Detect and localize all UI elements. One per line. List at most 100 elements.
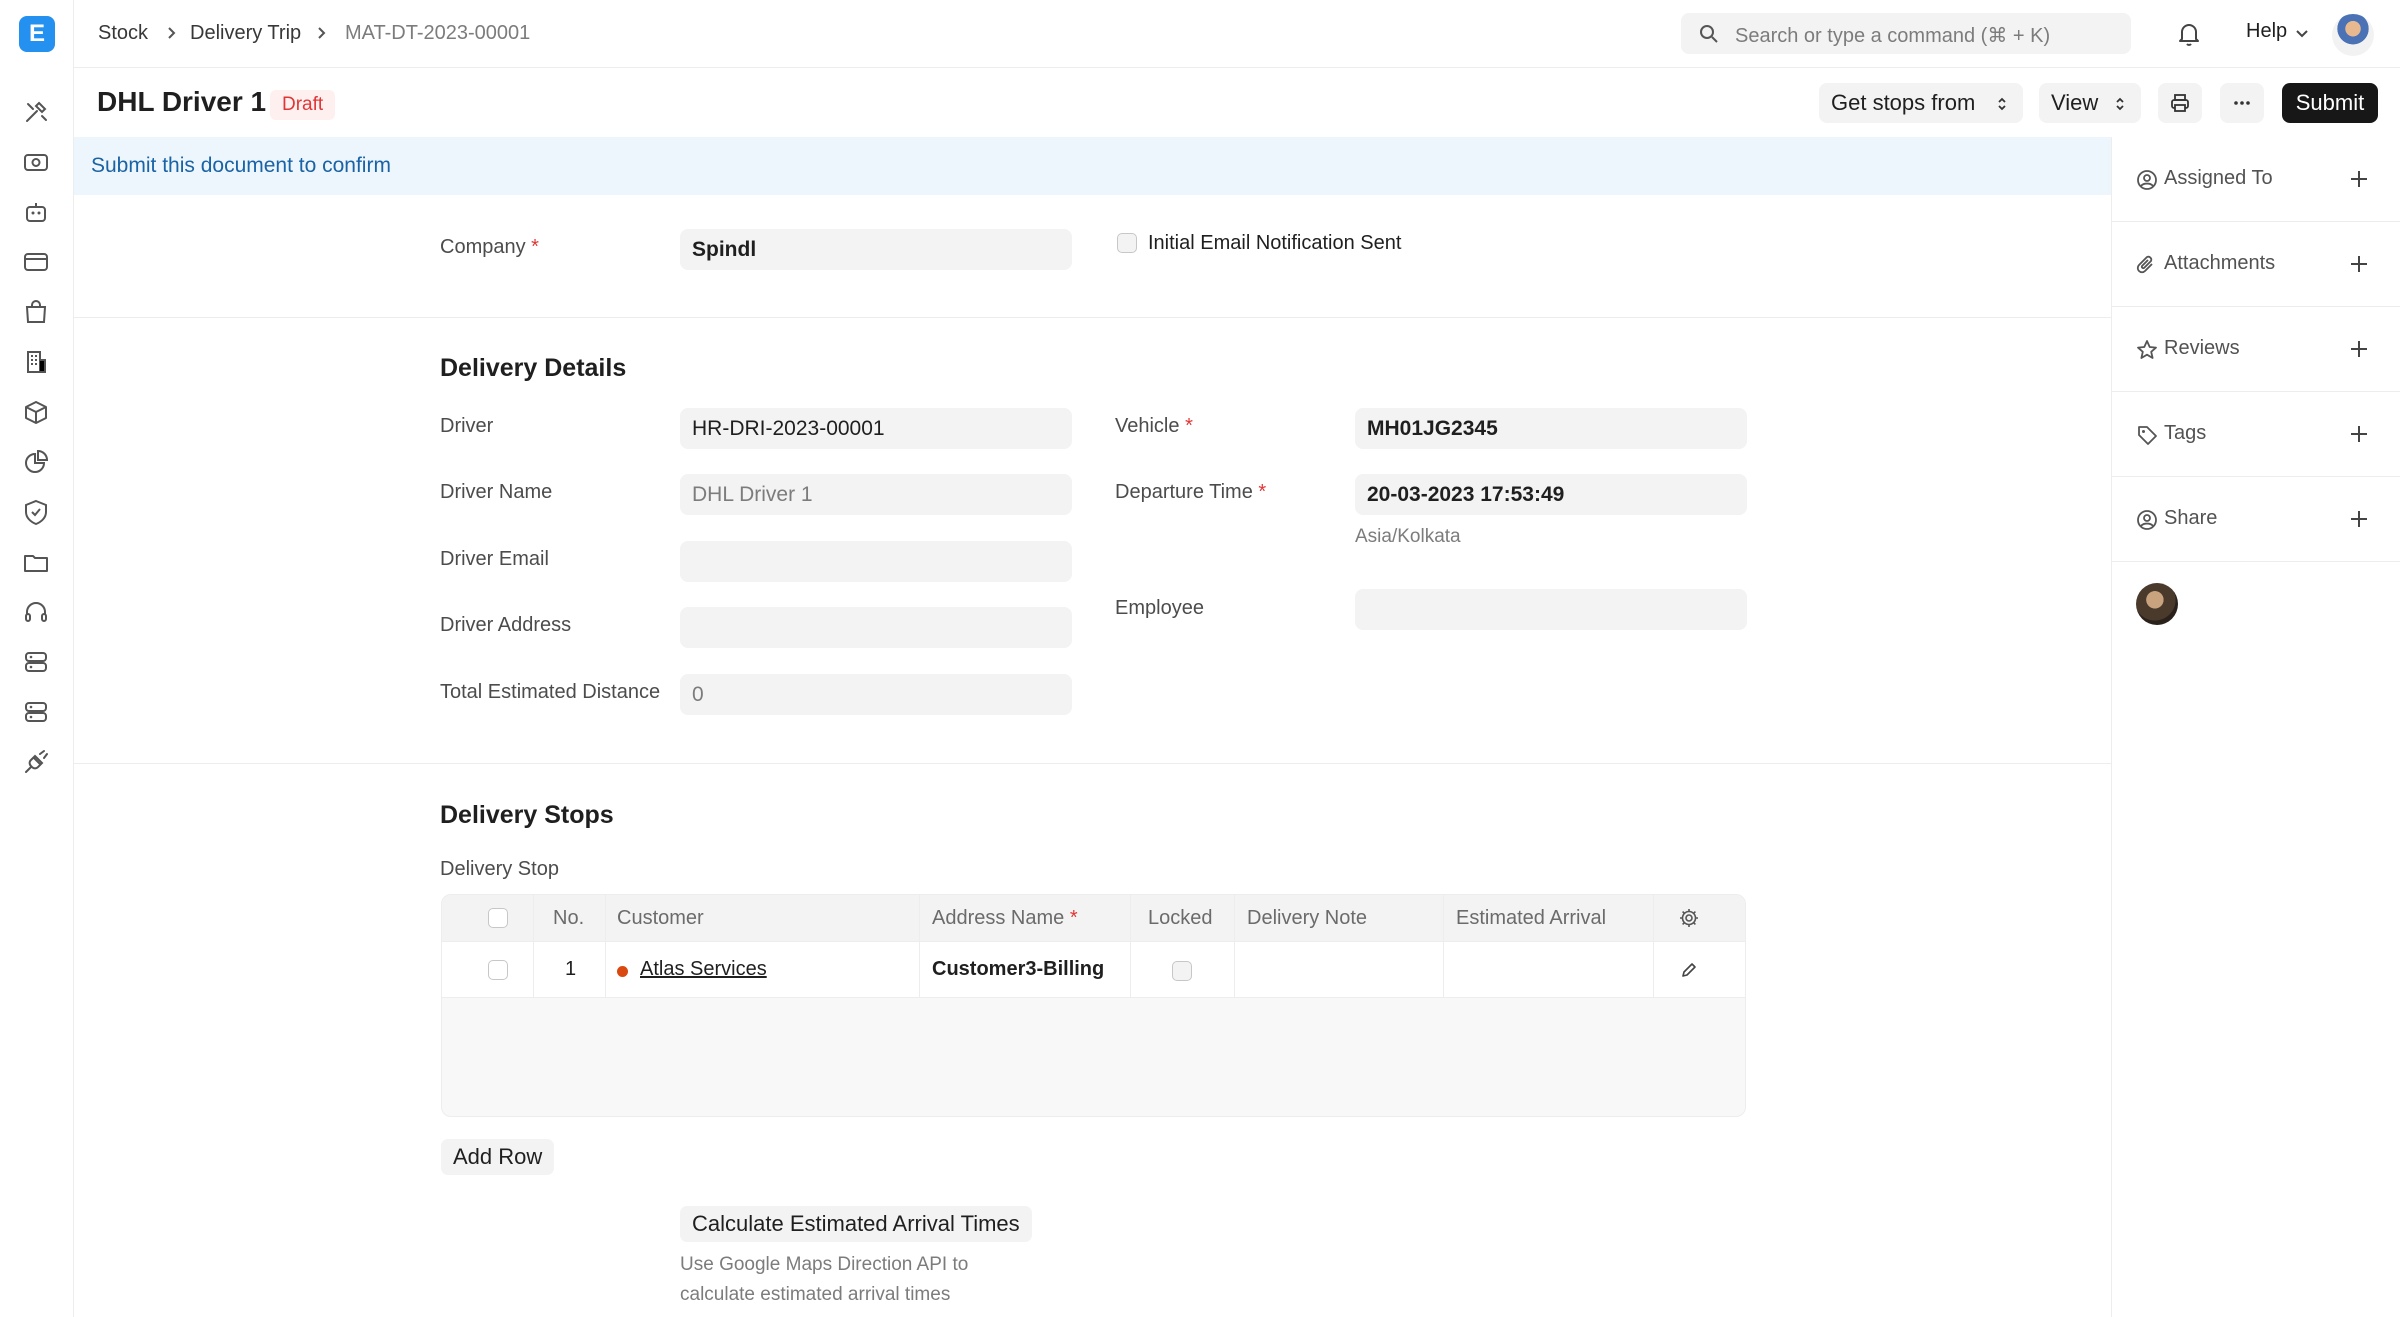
folder-icon[interactable] <box>22 548 50 576</box>
departure-time-field[interactable]: 20-03-2023 17:53:49 <box>1355 474 1747 515</box>
vehicle-label: Vehicle * <box>1115 415 1193 437</box>
column-header: Estimated Arrival <box>1456 907 1607 929</box>
view-label: View <box>2051 90 2099 115</box>
sidebar-item-tags[interactable]: Tags <box>2112 392 2400 477</box>
driver-address-field[interactable] <box>680 607 1072 648</box>
sidebar-item-assigned-to[interactable]: Assigned To <box>2112 137 2400 222</box>
sidebar-item-share[interactable]: Share <box>2112 477 2400 562</box>
box-icon[interactable] <box>22 398 50 426</box>
tag-icon <box>2138 426 2157 445</box>
submit-alert-bar: Submit this document to confirm <box>74 137 2111 195</box>
section-divider <box>74 317 2111 318</box>
sidebar-item-attachments[interactable]: Attachments <box>2112 222 2400 307</box>
column-header: Customer <box>617 907 704 929</box>
table-header: No. Customer Address Name * Locked Deliv… <box>442 895 1745 942</box>
calculate-arrival-times-button[interactable]: Calculate Estimated Arrival Times <box>680 1206 1032 1242</box>
column-header: No. <box>553 907 585 929</box>
departure-time-label: Departure Time * <box>1115 481 1267 503</box>
plus-icon[interactable] <box>2346 251 2372 277</box>
column-divider <box>1130 895 1131 998</box>
star-icon <box>2137 340 2157 359</box>
driver-email-label: Driver Email <box>440 548 549 570</box>
column-divider <box>919 895 920 998</box>
section-title-delivery-stops: Delivery Stops <box>440 801 614 829</box>
section-divider <box>74 763 2111 764</box>
column-divider <box>1234 895 1235 998</box>
employee-field[interactable] <box>1355 589 1747 630</box>
eye-icon[interactable] <box>22 148 50 176</box>
breadcrumb-stock[interactable]: Stock <box>98 22 148 45</box>
database-icon[interactable] <box>22 698 50 726</box>
viewer-avatar[interactable] <box>2136 583 2178 625</box>
total-distance-field[interactable]: 0 <box>680 674 1072 715</box>
view-button[interactable]: View <box>2039 83 2141 123</box>
locked-checkbox[interactable] <box>1172 961 1192 981</box>
chevron-down-icon[interactable] <box>2294 27 2310 41</box>
pie-chart-icon[interactable] <box>22 448 50 476</box>
share-icon <box>2137 510 2157 530</box>
company-field[interactable]: Spindl <box>680 229 1072 270</box>
plus-icon[interactable] <box>2346 166 2372 192</box>
card-icon[interactable] <box>22 248 50 276</box>
server-icon[interactable] <box>22 648 50 676</box>
alert-message[interactable]: Submit this document to confirm <box>91 154 391 178</box>
chevron-right-icon <box>318 27 326 39</box>
headset-icon[interactable] <box>22 598 50 626</box>
shield-icon[interactable] <box>22 498 50 526</box>
form-sidebar: Assigned To Attachments Reviews Tags Sha… <box>2111 137 2400 1317</box>
driver-email-field[interactable] <box>680 541 1072 582</box>
bell-icon[interactable] <box>2176 20 2202 48</box>
column-divider <box>533 895 534 998</box>
vehicle-field[interactable]: MH01JG2345 <box>1355 408 1747 449</box>
breadcrumb-current-doc[interactable]: MAT-DT-2023-00001 <box>345 22 530 45</box>
driver-field[interactable]: HR-DRI-2023-00001 <box>680 408 1072 449</box>
shopping-bag-icon[interactable] <box>22 298 50 326</box>
tools-icon[interactable] <box>22 98 50 126</box>
calculate-hint-line-1: Use Google Maps Direction API to <box>680 1254 969 1275</box>
submit-button[interactable]: Submit <box>2282 83 2378 123</box>
breadcrumb-delivery-trip[interactable]: Delivery Trip <box>190 22 301 45</box>
row-select-checkbox[interactable] <box>488 960 508 980</box>
table-row[interactable]: 1 Atlas Services Customer3-Billing <box>442 942 1745 998</box>
help-menu[interactable]: Help <box>2246 20 2287 43</box>
address-name-cell[interactable]: Customer3-Billing <box>932 958 1104 981</box>
column-header: Locked <box>1148 907 1213 929</box>
add-row-button[interactable]: Add Row <box>441 1139 555 1175</box>
delivery-stops-table: No. Customer Address Name * Locked Deliv… <box>441 894 1746 1117</box>
settings-gear-icon[interactable] <box>1678 907 1700 929</box>
company-label: Company * <box>440 236 539 258</box>
sidebar-item-reviews[interactable]: Reviews <box>2112 307 2400 392</box>
plug-icon[interactable] <box>22 748 50 776</box>
driver-name-label: Driver Name <box>440 481 553 503</box>
top-navbar: Stock Delivery Trip MAT-DT-2023-00001 Se… <box>74 0 2400 68</box>
initial-email-checkbox[interactable] <box>1117 233 1137 253</box>
search-input[interactable]: Search or type a command (⌘ + K) <box>1681 13 2131 54</box>
printer-icon <box>2171 94 2189 112</box>
sidebar-item-label: Assigned To <box>2164 167 2273 189</box>
select-all-checkbox[interactable] <box>488 908 508 928</box>
status-badge: Draft <box>270 90 336 120</box>
get-stops-from-button[interactable]: Get stops from <box>1819 83 2023 123</box>
plus-icon[interactable] <box>2346 421 2372 447</box>
get-stops-label: Get stops from <box>1831 90 1976 115</box>
column-header: Address Name * <box>932 907 1078 929</box>
more-horizontal-icon <box>2234 101 2250 105</box>
customer-link[interactable]: Atlas Services <box>640 958 767 981</box>
search-placeholder: Search or type a command (⌘ + K) <box>1735 25 2051 47</box>
app-logo[interactable]: E <box>19 16 55 52</box>
search-icon <box>1700 25 1718 43</box>
building-icon[interactable] <box>22 348 50 376</box>
column-divider <box>1653 895 1654 998</box>
plus-icon[interactable] <box>2346 336 2372 362</box>
user-avatar[interactable] <box>2332 14 2374 56</box>
calculate-hint-line-2: calculate estimated arrival times <box>680 1284 951 1305</box>
edit-pencil-icon[interactable] <box>1680 961 1698 979</box>
driver-name-field[interactable]: DHL Driver 1 <box>680 474 1072 515</box>
status-dot <box>617 966 628 977</box>
more-actions-button[interactable] <box>2220 83 2264 123</box>
print-button[interactable] <box>2158 83 2202 123</box>
plus-icon[interactable] <box>2346 506 2372 532</box>
driver-label: Driver <box>440 415 494 437</box>
robot-icon[interactable] <box>22 198 50 226</box>
row-number: 1 <box>565 958 577 980</box>
